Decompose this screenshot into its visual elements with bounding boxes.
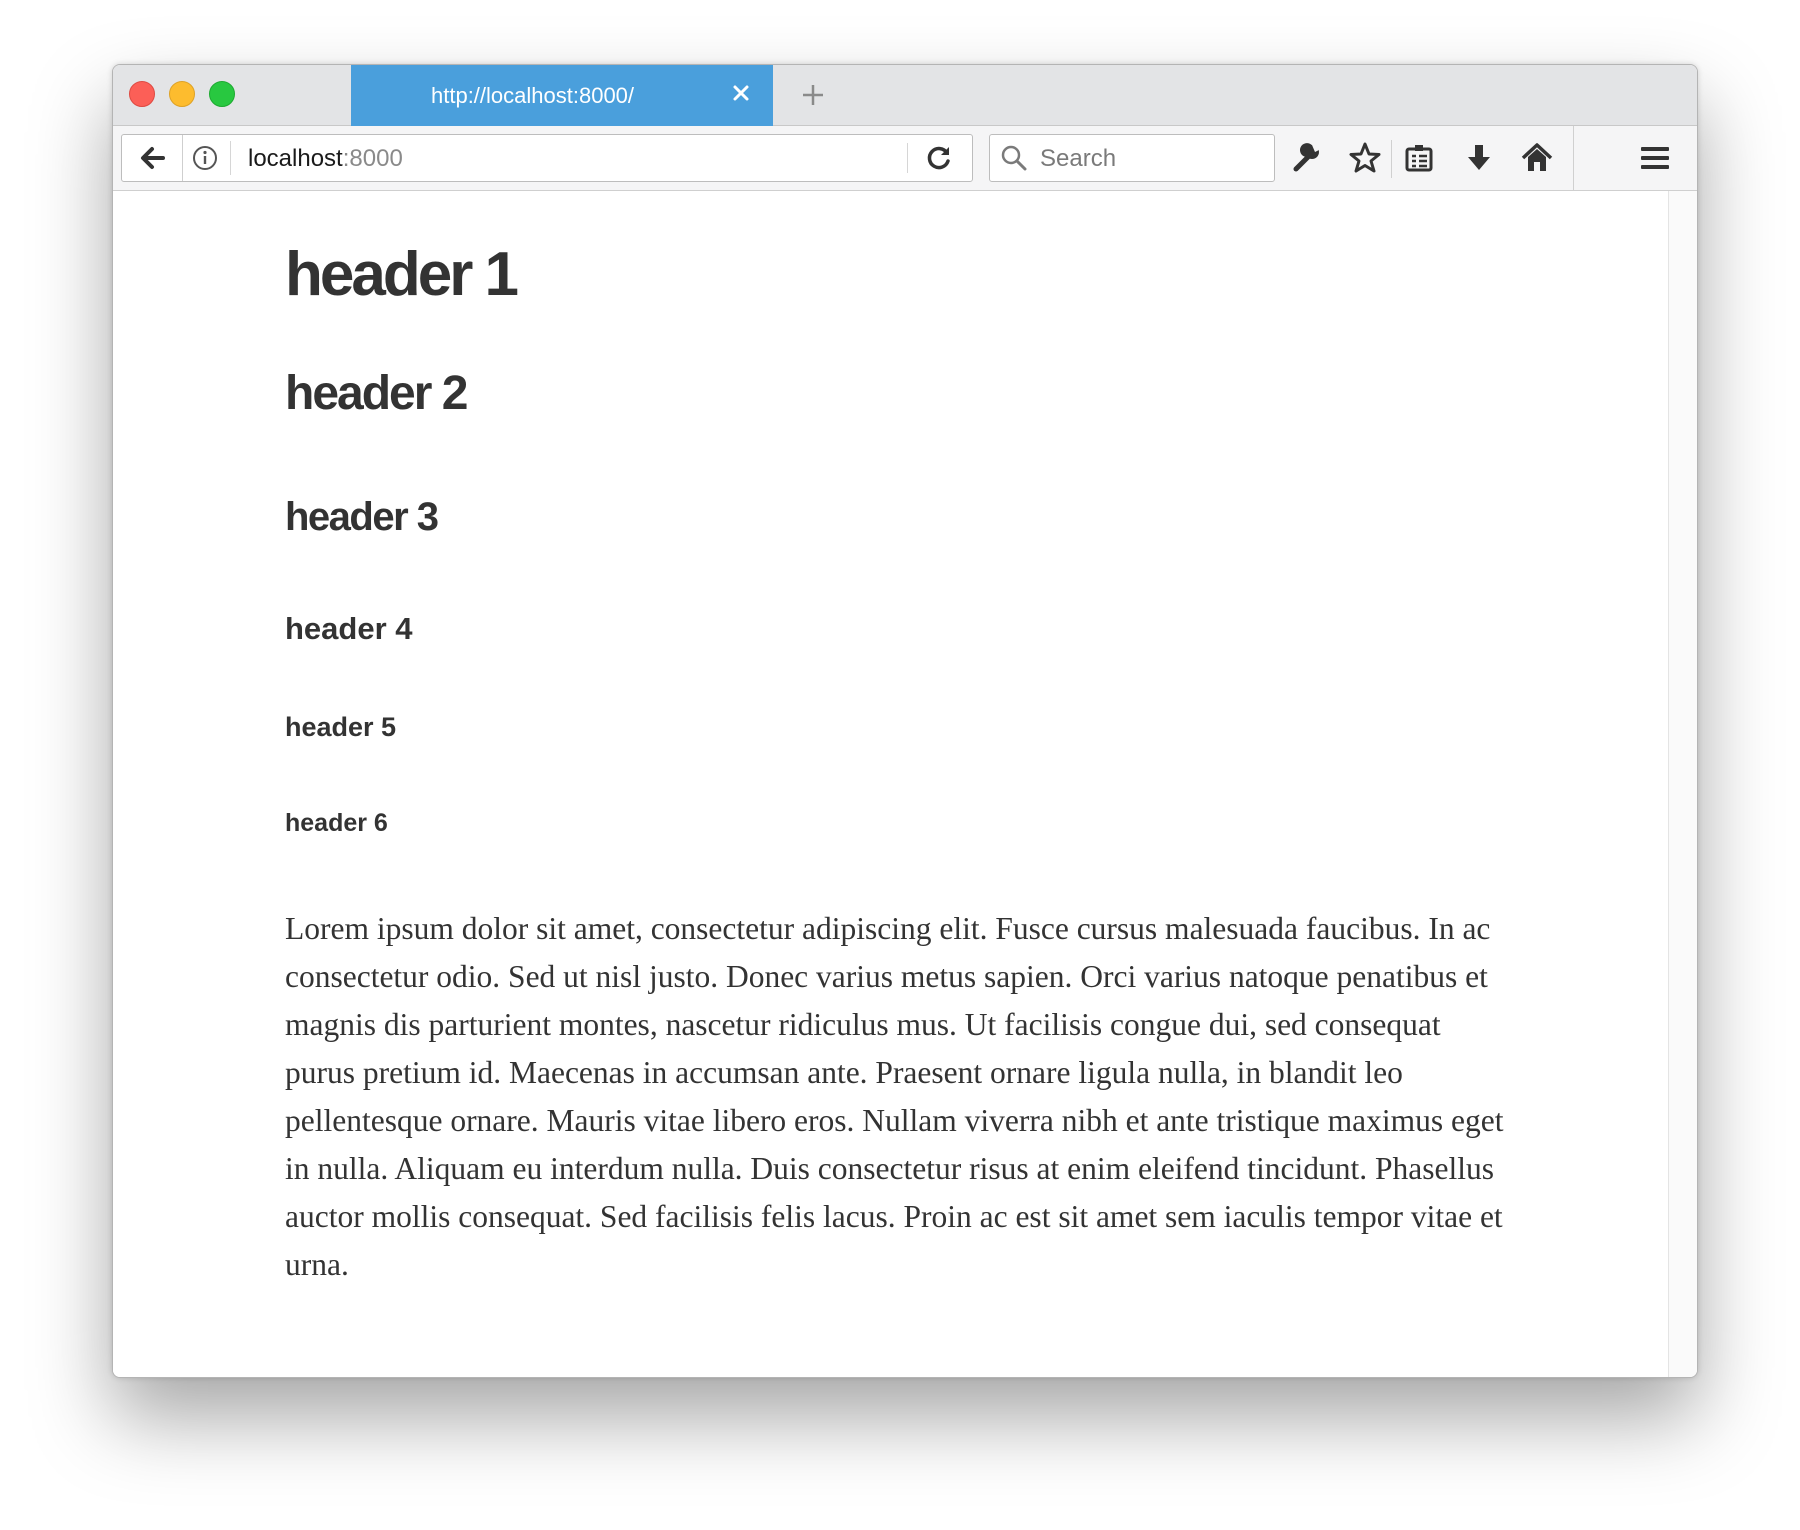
star-icon xyxy=(1349,142,1381,173)
menu-button[interactable] xyxy=(1635,138,1675,178)
zoom-window-button[interactable] xyxy=(209,81,235,107)
close-window-button[interactable] xyxy=(129,81,155,107)
heading-6: header 6 xyxy=(285,809,388,837)
heading-3: header 3 xyxy=(285,495,439,539)
info-icon[interactable] xyxy=(192,145,218,171)
tab-active[interactable]: http://localhost:8000/ xyxy=(351,65,773,126)
reload-icon xyxy=(927,146,950,170)
back-arrow-icon xyxy=(141,147,165,169)
plus-icon xyxy=(803,85,823,105)
search-icon xyxy=(1001,145,1027,171)
url-host: localhost xyxy=(248,145,343,172)
toolbar-divider xyxy=(1391,140,1392,178)
wrench-icon xyxy=(1293,143,1319,172)
reload-button[interactable] xyxy=(922,142,956,174)
navigation-toolbar: localhost:8000 xyxy=(113,126,1697,191)
browser-window: http://localhost:8000/ localhost:8000 Se… xyxy=(112,64,1698,1378)
menu-icon xyxy=(1641,147,1669,169)
tab-title: http://localhost:8000/ xyxy=(431,83,635,108)
heading-2: header 2 xyxy=(285,367,468,420)
home-button[interactable] xyxy=(1517,138,1557,178)
heading-1: header 1 xyxy=(285,240,519,309)
downloads-button[interactable] xyxy=(1459,138,1499,178)
search-input[interactable] xyxy=(1038,141,1262,177)
heading-4: header 4 xyxy=(285,611,413,646)
article: header 1 header 2 header 3 header 4 head… xyxy=(285,239,1505,1289)
back-button[interactable] xyxy=(122,135,183,181)
url-port: :8000 xyxy=(342,145,403,172)
reading-list-icon xyxy=(1405,145,1433,172)
download-icon xyxy=(1468,145,1490,170)
developer-tools-button[interactable] xyxy=(1287,138,1327,178)
heading-5: header 5 xyxy=(285,712,397,742)
url-text[interactable]: localhost:8000 xyxy=(248,145,403,173)
bookmark-star-button[interactable] xyxy=(1345,138,1385,178)
reload-divider xyxy=(907,143,908,173)
minimize-window-button[interactable] xyxy=(169,81,195,107)
body-paragraph: Lorem ipsum dolor sit amet, consectetur … xyxy=(285,911,1504,1282)
home-icon xyxy=(1521,143,1553,171)
toolbar-divider xyxy=(1573,126,1574,190)
tab-strip: http://localhost:8000/ xyxy=(113,65,1697,126)
url-divider xyxy=(230,141,231,175)
reading-list-button[interactable] xyxy=(1399,138,1439,178)
search-box[interactable] xyxy=(989,134,1275,182)
new-tab-button[interactable] xyxy=(793,75,833,115)
close-icon[interactable] xyxy=(727,79,755,107)
vertical-scrollbar[interactable] xyxy=(1668,191,1697,1377)
address-bar[interactable]: localhost:8000 xyxy=(121,134,973,182)
page-content: header 1 header 2 header 3 header 4 head… xyxy=(113,191,1667,1377)
